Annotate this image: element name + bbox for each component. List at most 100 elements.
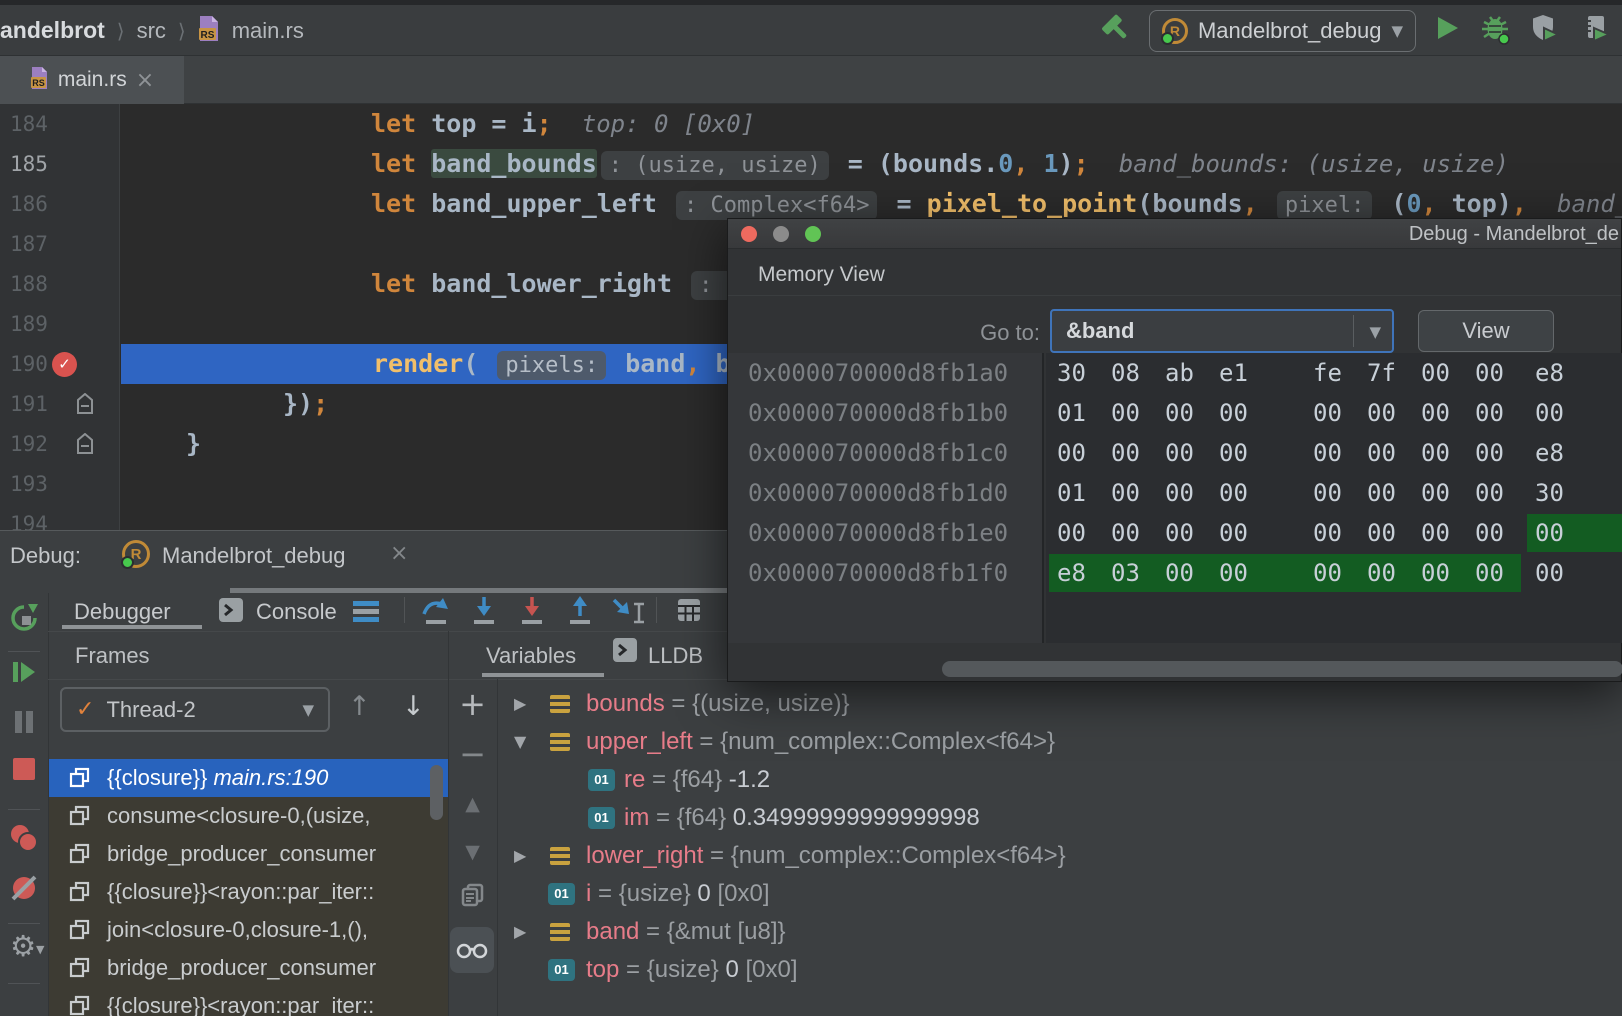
step-into-button[interactable] bbox=[468, 595, 500, 630]
code-token: 0 bbox=[998, 149, 1013, 178]
code-line-185[interactable]: 185let band_bounds: (usize, usize) = (bo… bbox=[0, 144, 1622, 184]
tab-console[interactable]: Console bbox=[256, 599, 337, 625]
line-number[interactable]: 188 bbox=[10, 264, 98, 304]
fold-marker-icon[interactable] bbox=[77, 393, 93, 418]
tab-debugger[interactable]: Debugger bbox=[74, 599, 171, 625]
variable-row[interactable]: 01top = {usize} 0 [0x0] bbox=[0, 951, 1622, 989]
code-line-184[interactable]: 184let top = i; top: 0 [0x0] bbox=[0, 104, 1622, 144]
memory-address: 0x000070000d8fb1f0 bbox=[748, 553, 1008, 593]
variable-row[interactable]: 01im = {f64} 0.34999999999999998 bbox=[0, 799, 1622, 837]
code-token: ) bbox=[1059, 149, 1074, 178]
memory-row[interactable]: 0x000070000d8fb1b0010000000000000000 bbox=[728, 393, 1622, 433]
memory-byte: 00 bbox=[1313, 513, 1342, 553]
expand-arrow-icon[interactable]: ▶ bbox=[514, 913, 526, 951]
memory-byte: 00 bbox=[1057, 513, 1086, 553]
memory-address: 0x000070000d8fb1d0 bbox=[748, 473, 1008, 513]
tab-label: main.rs bbox=[58, 68, 127, 92]
breadcrumb-file[interactable]: main.rs bbox=[232, 18, 304, 44]
fold-marker-icon[interactable] bbox=[77, 433, 93, 458]
memory-byte: 00 bbox=[1535, 513, 1564, 553]
variables-header[interactable]: Variables bbox=[486, 643, 576, 669]
line-number[interactable]: 189 bbox=[10, 304, 98, 344]
code-token: ; bbox=[537, 109, 552, 138]
memory-byte: ab bbox=[1165, 353, 1194, 393]
tab-lldb[interactable]: LLDB bbox=[648, 643, 703, 669]
breadcrumb-project[interactable]: andelbrot bbox=[0, 17, 105, 44]
window-minimize-icon[interactable] bbox=[773, 226, 789, 242]
expand-arrow-icon[interactable]: ▶ bbox=[514, 685, 526, 723]
variable-value-hex: [0x0] bbox=[739, 956, 798, 983]
window-close-icon[interactable] bbox=[741, 226, 757, 242]
coverage-shield-icon[interactable] bbox=[1531, 13, 1560, 48]
code-text: render( pixels: band, band bbox=[373, 344, 776, 386]
step-out-button[interactable] bbox=[564, 595, 596, 630]
expand-arrow-icon[interactable]: ▶ bbox=[514, 837, 526, 875]
code-token: , bbox=[1422, 189, 1437, 218]
expand-arrow-icon[interactable]: ▼ bbox=[514, 723, 526, 761]
memory-row[interactable]: 0x000070000d8fb1f0e80300000000000000 bbox=[728, 553, 1622, 593]
run-to-cursor-button[interactable] bbox=[610, 595, 646, 630]
code-token: band_lower_right bbox=[431, 269, 687, 298]
variable-row[interactable]: ▶band = {&mut [u8]} bbox=[0, 913, 1622, 951]
line-number[interactable]: 184 bbox=[10, 104, 98, 144]
terminal-icon bbox=[612, 637, 638, 668]
variable-row[interactable]: ▶lower_right = {num_complex::Complex<f64… bbox=[0, 837, 1622, 875]
memory-byte: 00 bbox=[1313, 473, 1342, 513]
memory-byte: 00 bbox=[1421, 393, 1450, 433]
memory-row[interactable]: 0x000070000d8fb1c00000000000000000e8 bbox=[728, 433, 1622, 473]
tab-close-icon[interactable]: × bbox=[136, 68, 154, 93]
close-icon[interactable]: × bbox=[390, 541, 408, 566]
code-token: let bbox=[371, 149, 431, 178]
memory-row[interactable]: 0x000070000d8fb1d0010000000000000030 bbox=[728, 473, 1622, 513]
variable-row[interactable]: ▶bounds = {(usize, usize)} bbox=[0, 685, 1622, 723]
variable-value: 0 bbox=[691, 880, 711, 907]
frame-name: {{closure}}<rayon::par_iter:: bbox=[107, 993, 374, 1016]
code-token: = bbox=[881, 189, 926, 218]
code-token: ; bbox=[313, 389, 328, 418]
variable-row[interactable]: 01i = {usize} 0 [0x0] bbox=[0, 875, 1622, 913]
run-config-selector[interactable]: R Mandelbrot_debug ▼ bbox=[1149, 10, 1416, 52]
memory-row[interactable]: 0x000070000d8fb1e0000000000000000000 bbox=[728, 513, 1622, 553]
stack-frame-row[interactable]: {{closure}}<rayon::par_iter:: bbox=[49, 987, 448, 1016]
goto-address-combobox[interactable]: &band ▼ bbox=[1050, 309, 1394, 353]
variable-value: 0 bbox=[719, 956, 739, 983]
memory-byte: 00 bbox=[1219, 393, 1248, 433]
line-number[interactable]: 194 bbox=[10, 504, 98, 530]
line-number[interactable]: 193 bbox=[10, 464, 98, 504]
code-token: 0 bbox=[1406, 189, 1421, 218]
memory-address: 0x000070000d8fb1c0 bbox=[748, 433, 1008, 473]
line-number[interactable]: 186 bbox=[10, 184, 98, 224]
variable-name: re bbox=[624, 766, 645, 793]
step-over-button[interactable] bbox=[420, 595, 452, 630]
memory-row[interactable]: 0x000070000d8fb1a03008abe1fe7f0000e8 bbox=[728, 353, 1622, 393]
variable-row[interactable]: ▼upper_left = {num_complex::Complex<f64>… bbox=[0, 723, 1622, 761]
struct-icon bbox=[550, 733, 570, 751]
variable-type: {f64} bbox=[673, 766, 722, 793]
memory-horizontal-scrollbar[interactable] bbox=[942, 661, 1622, 677]
run-button[interactable] bbox=[1436, 15, 1460, 46]
force-step-into-button[interactable] bbox=[516, 595, 548, 630]
editor-tab-main-rs[interactable]: RS main.rs × bbox=[0, 56, 184, 104]
breakpoint-icon[interactable]: ✓ bbox=[52, 352, 77, 377]
rerun-button[interactable] bbox=[9, 603, 39, 638]
memory-view-window: Debug - Mandelbrot_de Memory View Go to:… bbox=[727, 218, 1622, 682]
variable-row[interactable]: 01re = {f64} -1.2 bbox=[0, 761, 1622, 799]
window-zoom-icon[interactable] bbox=[805, 226, 821, 242]
debug-session-tab[interactable]: Mandelbrot_debug bbox=[162, 543, 345, 569]
build-hammer-icon[interactable] bbox=[1099, 13, 1129, 48]
memory-byte: 00 bbox=[1421, 513, 1450, 553]
view-button[interactable]: View bbox=[1418, 310, 1554, 352]
line-number[interactable]: 187 bbox=[10, 224, 98, 264]
breadcrumb-dir[interactable]: src bbox=[137, 18, 166, 44]
rust-logo-icon: R bbox=[122, 540, 150, 568]
profiler-icon[interactable] bbox=[1580, 13, 1610, 48]
code-text: let band_lower_right : Com bbox=[371, 264, 777, 306]
evaluate-expression-button[interactable] bbox=[676, 597, 702, 628]
main-toolbar: andelbrot ⟩ src ⟩ RS main.rs R Mandelbro… bbox=[0, 0, 1622, 56]
layout-bars-icon[interactable] bbox=[352, 599, 380, 630]
line-number[interactable]: 185 bbox=[10, 144, 98, 184]
memory-address: 0x000070000d8fb1a0 bbox=[748, 353, 1008, 393]
chevron-down-icon[interactable]: ▼ bbox=[1369, 323, 1381, 341]
memory-window-titlebar[interactable]: Debug - Mandelbrot_de bbox=[728, 219, 1621, 249]
debug-button[interactable] bbox=[1480, 12, 1511, 50]
